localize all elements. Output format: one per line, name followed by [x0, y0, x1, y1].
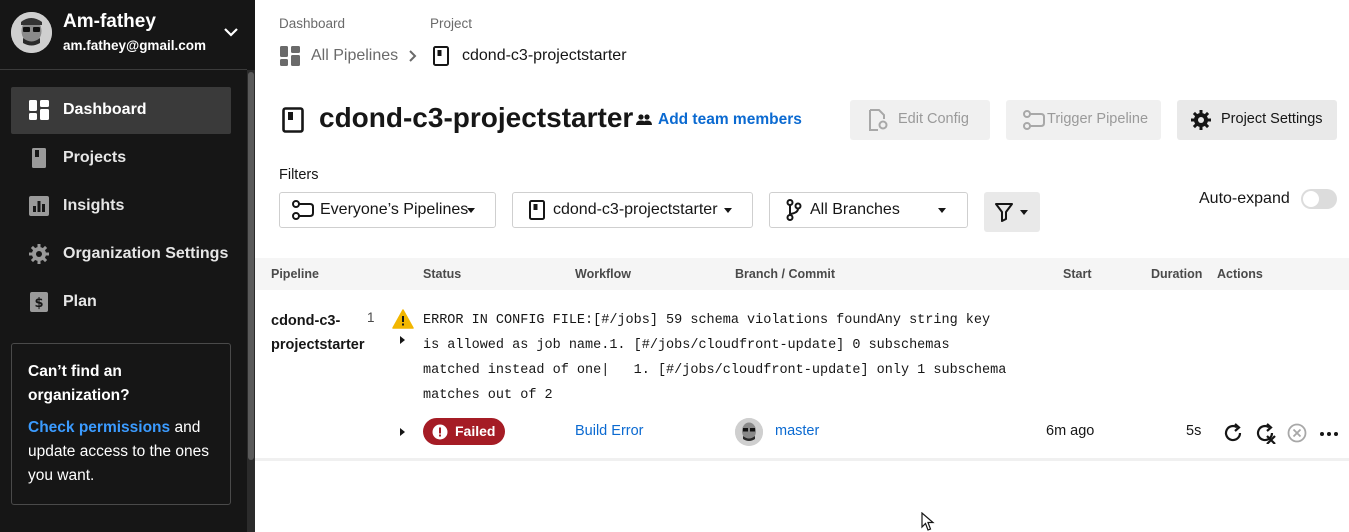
rerun-icon[interactable] [1222, 422, 1244, 444]
project-settings-button[interactable]: Project Settings [1177, 100, 1337, 140]
dashboard-icon [280, 46, 300, 66]
funnel-icon [995, 203, 1013, 222]
column-header-status: Status [423, 267, 462, 281]
sidebar-item-label: Organization Settings [63, 245, 229, 262]
caret-down-icon [1020, 210, 1028, 215]
expand-workflow-icon[interactable] [400, 428, 405, 436]
page-title: cdond-c3-projectstarter [319, 102, 634, 133]
toggle-knob [1303, 191, 1319, 207]
sidebar-scrollbar-thumb[interactable] [248, 72, 254, 460]
sidebar-item-organization-settings[interactable]: Organization Settings [11, 231, 231, 278]
duration: 5s [1186, 423, 1202, 439]
chart-icon [29, 196, 49, 216]
pipelines-filter-select[interactable]: Everyone’s Pipelines [279, 192, 496, 228]
book-icon [529, 200, 545, 220]
branch-link[interactable]: master [775, 423, 819, 439]
avatar [11, 12, 52, 53]
start-time: 6m ago [1046, 423, 1095, 439]
svg-text:$: $ [34, 296, 43, 311]
caret-down-icon [467, 208, 475, 213]
user-menu[interactable]: Am-fathey am.fathey@gmail.com [0, 0, 247, 70]
add-team-members-link[interactable]: Add team members [636, 111, 802, 129]
book-icon [433, 46, 449, 66]
branch-filter-value: All Branches [810, 201, 900, 218]
org-help-box: Can’t find an organization? Check permis… [11, 343, 231, 505]
rerun-failed-icon[interactable] [1254, 422, 1276, 444]
pipelines-filter-value: Everyone’s Pipelines [320, 201, 469, 218]
column-header-start: Start [1063, 267, 1092, 281]
column-header-branch-commit: Branch / Commit [735, 267, 836, 281]
pipeline-name-link[interactable]: cdond-c3-projectstarter [271, 309, 371, 357]
sidebar-item-label: Projects [63, 149, 127, 166]
trigger-pipeline-label: Trigger Pipeline [1047, 111, 1149, 127]
project-filter-value: cdond-c3-projectstarter [553, 201, 718, 218]
project-filter-select[interactable]: cdond-c3-projectstarter [512, 192, 753, 228]
sidebar-item-dashboard[interactable]: Dashboard [11, 87, 231, 134]
sidebar: Am-fathey am.fathey@gmail.com Dashboard … [0, 0, 255, 532]
column-header-pipeline: Pipeline [271, 267, 319, 281]
add-team-members-label: Add team members [658, 111, 802, 128]
edit-config-label: Edit Config [898, 111, 969, 127]
dollar-icon: $ [30, 292, 48, 312]
project-settings-label: Project Settings [1221, 111, 1323, 127]
people-icon [636, 114, 652, 125]
sidebar-item-insights[interactable]: Insights [11, 183, 231, 230]
sidebar-item-plan[interactable]: $ Plan [11, 279, 231, 326]
error-circle-icon [432, 424, 448, 440]
breadcrumb-all-pipelines-label: All Pipelines [311, 47, 399, 64]
chevron-down-icon[interactable] [222, 25, 240, 39]
status-label: Failed [455, 423, 496, 439]
row-divider [255, 458, 1349, 461]
column-header-duration: Duration [1151, 267, 1203, 281]
more-options-icon[interactable] [1318, 422, 1340, 444]
cancel-icon[interactable] [1286, 422, 1308, 444]
branch-filter-select[interactable]: All Branches [769, 192, 968, 228]
avatar [735, 418, 763, 446]
pipeline-number[interactable]: 1 [367, 310, 375, 325]
book-icon [282, 107, 304, 133]
mouse-cursor-icon [921, 512, 935, 531]
warning-icon [392, 309, 414, 329]
breadcrumb-dashboard-label: Dashboard [279, 16, 346, 31]
check-permissions-link[interactable]: Check permissions [28, 419, 170, 436]
breadcrumb-project-name: cdond-c3-projectstarter [462, 47, 627, 64]
user-email: am.fathey@gmail.com [63, 38, 206, 53]
filters-label: Filters [279, 167, 319, 183]
sidebar-item-label: Insights [63, 197, 125, 214]
breadcrumb-project-label: Project [430, 16, 473, 31]
file-gear-icon [869, 109, 888, 131]
trigger-pipeline-button[interactable]: Trigger Pipeline [1006, 100, 1161, 140]
workflow-link[interactable]: Build Error [575, 423, 644, 439]
status-badge[interactable]: Failed [423, 418, 505, 445]
table-header: Pipeline Status Workflow Branch / Commit… [255, 258, 1349, 290]
gear-icon [1191, 110, 1211, 130]
config-error-message: ERROR IN CONFIG FILE:[#/jobs] 59 schema … [423, 313, 1007, 403]
book-icon [32, 148, 46, 168]
pipeline-icon [292, 200, 314, 220]
auto-expand-toggle[interactable] [1301, 189, 1337, 209]
advanced-filter-button[interactable] [984, 192, 1040, 232]
gear-icon [29, 244, 49, 264]
caret-down-icon [724, 208, 732, 213]
dashboard-icon [29, 100, 49, 120]
sidebar-item-label: Plan [63, 293, 97, 310]
sidebar-item-label: Dashboard [63, 101, 147, 118]
branch-icon [786, 199, 802, 221]
auto-expand-label: Auto-expand [1199, 190, 1290, 207]
edit-config-button[interactable]: Edit Config [850, 100, 990, 140]
sidebar-item-projects[interactable]: Projects [11, 135, 231, 182]
user-name: Am-fathey [63, 11, 156, 32]
column-header-actions: Actions [1217, 267, 1263, 281]
help-title: Can’t find an organization? [28, 363, 130, 404]
caret-down-icon [938, 208, 946, 213]
help-text: Check permissions and update access to t… [28, 416, 214, 488]
expand-error-icon[interactable] [400, 336, 405, 344]
column-header-workflow: Workflow [575, 267, 632, 281]
chevron-right-icon [409, 50, 417, 62]
pipeline-icon [1023, 110, 1045, 130]
breadcrumb-project[interactable]: cdond-c3-projectstarter [433, 46, 627, 66]
breadcrumb-all-pipelines[interactable]: All Pipelines [280, 46, 398, 66]
